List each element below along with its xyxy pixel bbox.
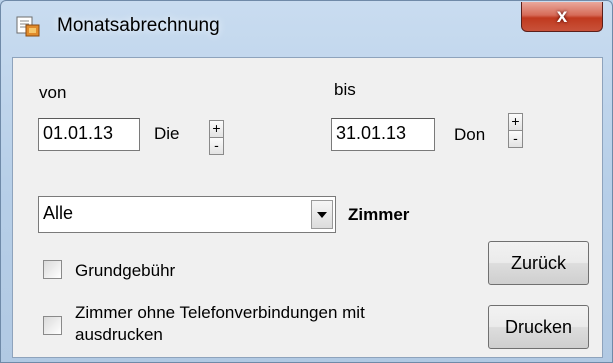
from-label: von (39, 83, 67, 102)
from-date-spinner: + - (209, 120, 224, 155)
room-select[interactable]: Alle (38, 196, 336, 233)
back-button[interactable]: Zurück (488, 241, 589, 285)
report-icon (16, 16, 40, 37)
from-date-field[interactable]: 01.01.13 (38, 118, 140, 151)
to-decrement-button[interactable]: - (508, 130, 523, 148)
from-weekday: Die (154, 124, 180, 143)
from-increment-button[interactable]: + (209, 120, 224, 138)
rooms-without-calls-label-line1: Zimmer ohne Telefonverbindungen mit (75, 303, 365, 322)
chevron-down-icon[interactable] (311, 200, 333, 229)
to-date-spinner: + - (508, 113, 523, 148)
base-fee-label: Grundgebühr (75, 261, 176, 280)
dialog-content: von 01.01.13 Die + - bis 31.01.13 Don + … (12, 57, 603, 358)
to-label: bis (334, 80, 356, 99)
to-increment-button[interactable]: + (508, 113, 523, 131)
rooms-without-calls-checkbox[interactable] (43, 316, 62, 335)
print-button[interactable]: Drucken (488, 305, 589, 349)
to-date-field[interactable]: 31.01.13 (331, 118, 435, 151)
room-label: Zimmer (348, 205, 410, 224)
window-title: Monatsabrechnung (57, 15, 220, 36)
close-icon: x (556, 5, 568, 27)
dialog-window: Monatsabrechnung x von 01.01.13 Die + - … (0, 0, 613, 363)
room-select-value: Alle (43, 203, 74, 223)
to-weekday: Don (454, 125, 486, 144)
from-decrement-button[interactable]: - (209, 137, 224, 155)
rooms-without-calls-label-line2: ausdrucken (75, 325, 163, 344)
base-fee-checkbox[interactable] (43, 260, 62, 279)
title-bar[interactable]: Monatsabrechnung x (1, 1, 612, 51)
close-button[interactable]: x (521, 2, 603, 32)
